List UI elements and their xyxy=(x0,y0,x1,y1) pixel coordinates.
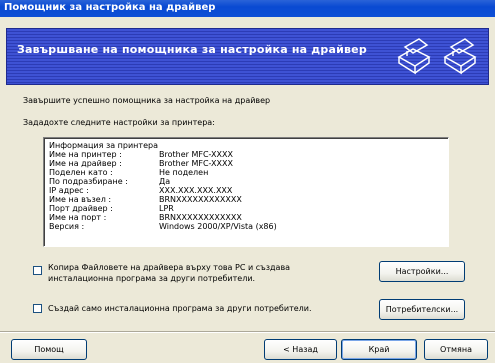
printer-info-box[interactable]: Информация за принтера Име на принтер : … xyxy=(43,137,449,247)
driver-setup-wizard-window: Помощник за настройка на драйвер Завършв… xyxy=(0,0,495,363)
info-value: Да xyxy=(159,177,171,186)
info-value: Не поделен xyxy=(159,168,209,177)
window-titlebar[interactable]: Помощник за настройка на драйвер xyxy=(0,0,495,17)
help-button[interactable]: Помощ xyxy=(11,339,87,360)
copy-files-label-line2: инсталационна програма за други потребит… xyxy=(48,274,256,283)
banner-title: Завършване на помощника за настройка на … xyxy=(17,43,367,56)
custom-button[interactable]: Потребителски... xyxy=(379,299,465,320)
info-value: Brother MFC-XXXX xyxy=(159,150,233,159)
info-label: Порт драйвер : xyxy=(49,204,113,213)
back-button[interactable]: < Назад xyxy=(264,339,337,360)
info-label: IP адрес : xyxy=(49,186,89,195)
wizard-banner: Завършване на помощника за настройка на … xyxy=(6,28,489,85)
finish-button[interactable]: Край xyxy=(341,339,417,360)
info-label: Версия : xyxy=(49,222,85,231)
info-value: XXX.XXX.XXX.XXX xyxy=(159,186,233,195)
copy-files-label[interactable]: Копира Файловете на драйвера върху това … xyxy=(48,262,290,284)
info-value: BRNXXXXXXXXXXXX xyxy=(159,213,242,222)
info-label: Поделен като : xyxy=(49,168,113,177)
footer-divider xyxy=(0,331,495,333)
printer-icon xyxy=(443,38,477,75)
info-header: Информация за принтера xyxy=(49,141,158,150)
info-label: Име на възел : xyxy=(49,195,112,204)
window-title: Помощник за настройка на драйвер xyxy=(4,2,216,13)
info-value: Brother MFC-XXXX xyxy=(159,159,233,168)
info-value: BRNXXXXXXXXXXXX xyxy=(159,195,242,204)
copy-files-checkbox[interactable] xyxy=(33,266,42,275)
copy-files-label-line1: Копира Файловете на драйвера върху това … xyxy=(48,263,291,272)
info-label: Име на принтер : xyxy=(49,150,122,159)
info-label: По подразбиране : xyxy=(49,177,128,186)
completion-instruction: Завършите успешно помощника за настройка… xyxy=(23,96,271,105)
settings-button[interactable]: Настройки... xyxy=(379,261,465,282)
info-label: Име на порт : xyxy=(49,213,107,222)
cancel-button[interactable]: Отмяна xyxy=(424,339,488,360)
info-value: LPR xyxy=(159,204,174,213)
settings-subtitle: Зададохте следните настройки за принтера… xyxy=(23,118,215,127)
installer-only-checkbox[interactable] xyxy=(33,304,42,313)
info-label: Име на драйвер : xyxy=(49,159,122,168)
installer-only-label[interactable]: Създай само инсталационна програма за др… xyxy=(48,303,312,314)
info-value: Windows 2000/XP/Vista (x86) xyxy=(159,222,277,231)
printer-icon xyxy=(397,38,431,75)
